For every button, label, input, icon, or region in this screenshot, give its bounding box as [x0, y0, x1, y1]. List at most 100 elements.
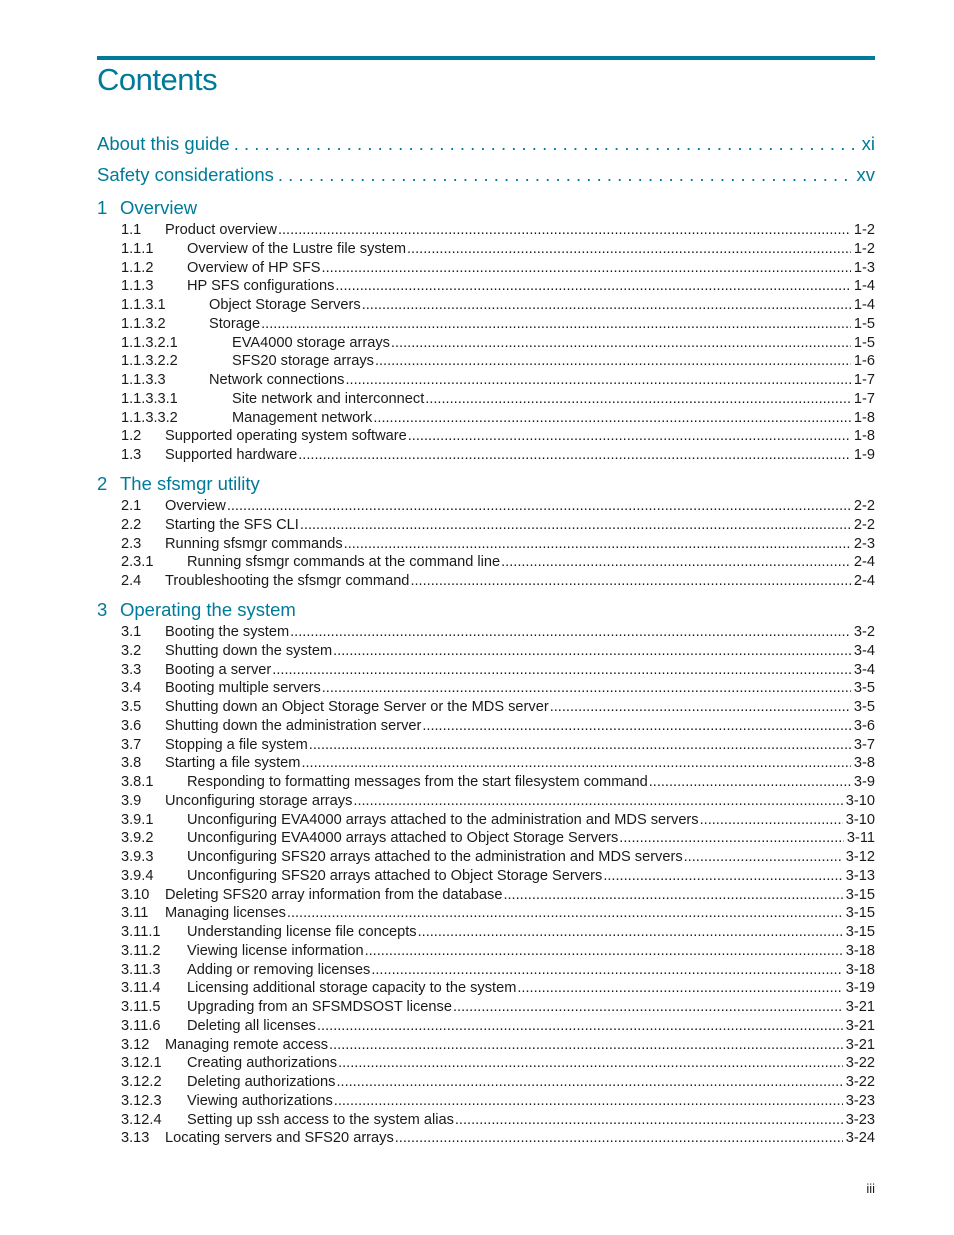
chapter-3-entries: 3.1 Booting the system 3-2 3.2 Shutting down…	[121, 623, 875, 1148]
toc-entry-title: Network connections	[209, 372, 345, 388]
dot-leader	[300, 516, 851, 535]
toc-entry[interactable]: 3.8 Starting a file system 3-8	[121, 754, 875, 773]
toc-front-about[interactable]: About this guide xi	[97, 133, 875, 155]
toc-entry-page: 3-4	[853, 642, 875, 659]
chapter-heading-2[interactable]: 2 The sfsmgr utility	[97, 473, 260, 495]
toc-entry-title: Storage	[209, 315, 261, 332]
toc-entry[interactable]: 1.1 Product overview 1-2	[121, 221, 875, 240]
toc-entry[interactable]: 1.3 Supported hardware 1-9	[121, 446, 875, 465]
toc-entry[interactable]: 3.9.1 Unconfiguring EVA4000 arrays attach…	[121, 811, 875, 830]
toc-entry[interactable]: 1.1.3 HP SFS configurations 1-4	[121, 277, 875, 296]
toc-entry[interactable]: 3.9.3 Unconfiguring SFS20 arrays attached…	[121, 848, 875, 867]
chapter-heading-1[interactable]: 1 Overview	[97, 197, 197, 219]
toc-entry[interactable]: 2.1 Overview 2-2	[121, 497, 875, 516]
toc-entry-title: Managing remote access	[165, 1036, 329, 1053]
dot-leader	[322, 679, 851, 698]
toc-entry-title: Object Storage Servers	[209, 297, 361, 313]
toc-entry-number: 3.12.2	[121, 1074, 162, 1090]
toc-entry-page: 3-15	[845, 924, 875, 940]
toc-entry[interactable]: 3.11.2 Viewing license information 3-18	[121, 942, 875, 961]
toc-entry[interactable]: 3.9.2 Unconfiguring EVA4000 arrays attach…	[121, 829, 875, 848]
toc-entry-title: Starting a file system	[165, 755, 301, 772]
toc-entry[interactable]: 1.1.3.3.2 Management network 1-8	[121, 409, 875, 428]
toc-entry-title: Managing licenses	[165, 905, 286, 922]
toc-entry[interactable]: 2.2 Starting the SFS CLI 2-2	[121, 516, 875, 535]
toc-entry[interactable]: 1.1.2 Overview of HP SFS 1-3	[121, 259, 875, 278]
chapter-heading-3[interactable]: 3 Operating the system	[97, 599, 296, 621]
toc-entry[interactable]: 2.3.1 Running sfsmgr commands at the comm…	[121, 553, 875, 572]
toc-entry[interactable]: 1.1.3.2.1 EVA4000 storage arrays 1-5	[121, 334, 875, 353]
toc-entry[interactable]: 3.12 Managing remote access 3-21	[121, 1036, 875, 1055]
toc-entry[interactable]: 3.11.3 Adding or removing licenses 3-18	[121, 961, 875, 980]
toc-entry-title: Running sfsmgr commands	[165, 535, 343, 552]
toc-entry[interactable]: 3.6 Shutting down the administration serv…	[121, 717, 875, 736]
toc-entry-page: 3-21	[845, 999, 875, 1015]
toc-entry-number: 3.11.5	[121, 999, 161, 1015]
toc-entry-title: Unconfiguring SFS20 arrays attached to O…	[187, 867, 603, 884]
toc-entry-page: 1-2	[853, 240, 875, 257]
toc-entry[interactable]: 3.13 Locating servers and SFS20 arrays 3-2…	[121, 1129, 875, 1148]
toc-entry-title: Deleting SFS20 array information from th…	[165, 886, 503, 903]
toc-entry-title: Deleting all licenses	[187, 1017, 316, 1034]
toc-entry[interactable]: 3.5 Shutting down an Object Storage Serve…	[121, 698, 875, 717]
dot-leader	[227, 497, 851, 516]
toc-entry[interactable]: 2.4 Troubleshooting the sfsmgr command 2-4	[121, 572, 875, 591]
toc-entry[interactable]: 3.12.2 Deleting authorizations 3-22	[121, 1073, 875, 1092]
toc-entry-page: 3-21	[845, 1036, 875, 1053]
dot-leader	[272, 661, 851, 680]
toc-entry[interactable]: 3.12.3 Viewing authorizations 3-23	[121, 1092, 875, 1111]
dot-leader	[362, 296, 851, 315]
toc-entry-number: 1.3	[121, 447, 142, 463]
toc-entry[interactable]: 3.9 Unconfiguring storage arrays 3-10	[121, 792, 875, 811]
toc-entry-number: 3.9	[121, 792, 142, 809]
toc-entry[interactable]: 3.2 Shutting down the system 3-4	[121, 642, 875, 661]
dot-leader	[278, 221, 851, 240]
toc-entry-page: 3-5	[853, 699, 875, 715]
toc-entry[interactable]: 2.3 Running sfsmgr commands 2-3	[121, 535, 875, 554]
dot-leader	[333, 642, 851, 661]
toc-entry[interactable]: 3.11.1 Understanding license file concept…	[121, 923, 875, 942]
toc-entry[interactable]: 1.1.3.2 Storage 1-5	[121, 315, 875, 334]
toc-entry-title: Unconfiguring EVA4000 arrays attached to…	[187, 811, 699, 828]
toc-entry-page: 3-22	[845, 1074, 875, 1090]
toc-entry-title: Responding to formatting messages from t…	[187, 774, 648, 790]
toc-entry-title: Site network and interconnect	[232, 390, 425, 407]
toc-entry[interactable]: 3.11.4 Licensing additional storage capac…	[121, 979, 875, 998]
toc-entry-page: 1-9	[853, 447, 875, 463]
dot-leader	[395, 1129, 843, 1148]
toc-entry[interactable]: 3.11.5 Upgrading from an SFSMDSOST licens…	[121, 998, 875, 1017]
toc-entry[interactable]: 1.1.3.3.1 Site network and interconnect 1-…	[121, 390, 875, 409]
toc-entry-number: 1.1.1	[121, 240, 154, 257]
toc-entry[interactable]: 3.9.4 Unconfiguring SFS20 arrays attached…	[121, 867, 875, 886]
toc-entry[interactable]: 1.1.3.3 Network connections 1-7	[121, 371, 875, 390]
toc-entry-title: Adding or removing licenses	[187, 961, 371, 978]
toc-entry-title: Locating servers and SFS20 arrays	[165, 1130, 394, 1147]
toc-entry-page: 3-18	[845, 961, 875, 978]
toc-entry-title: Licensing additional storage capacity to…	[187, 980, 517, 997]
toc-entry-title: Running sfsmgr commands at the command l…	[187, 554, 501, 571]
toc-entry[interactable]: 1.1.3.1 Object Storage Servers 1-4	[121, 296, 875, 315]
toc-entry[interactable]: 1.1.1 Overview of the Lustre file system 1…	[121, 240, 875, 259]
toc-entry[interactable]: 3.12.1 Creating authorizations 3-22	[121, 1054, 875, 1073]
toc-entry[interactable]: 1.2 Supported operating system software 1-…	[121, 427, 875, 446]
toc-entry-number: 1.1.3.2.1	[121, 334, 178, 351]
toc-entry-title: Stopping a file system	[165, 736, 308, 753]
toc-entry-page: 2-3	[853, 535, 875, 552]
toc-entry[interactable]: 3.7 Stopping a file system 3-7	[121, 736, 875, 755]
toc-entry[interactable]: 3.11.6 Deleting all licenses 3-21	[121, 1017, 875, 1036]
toc-entry-number: 3.2	[121, 642, 142, 659]
dot-leader	[453, 998, 843, 1017]
toc-entry[interactable]: 3.10 Deleting SFS20 array information fro…	[121, 886, 875, 905]
toc-entry[interactable]: 3.12.4 Setting up ssh access to the syste…	[121, 1111, 875, 1130]
toc-entry-number: 2.2	[121, 516, 142, 533]
toc-entry[interactable]: 3.11 Managing licenses 3-15	[121, 904, 875, 923]
dot-leader	[649, 773, 851, 792]
toc-front-safety[interactable]: Safety considerations xv	[97, 164, 875, 186]
toc-entry[interactable]: 3.4 Booting multiple servers 3-5	[121, 679, 875, 698]
dot-leader	[391, 334, 851, 353]
toc-entry-page: 3-11	[846, 830, 875, 847]
toc-entry[interactable]: 3.3 Booting a server 3-4	[121, 661, 875, 680]
toc-entry[interactable]: 1.1.3.2.2 SFS20 storage arrays 1-6	[121, 352, 875, 371]
toc-entry[interactable]: 3.1 Booting the system 3-2	[121, 623, 875, 642]
toc-entry[interactable]: 3.8.1 Responding to formatting messages f…	[121, 773, 875, 792]
